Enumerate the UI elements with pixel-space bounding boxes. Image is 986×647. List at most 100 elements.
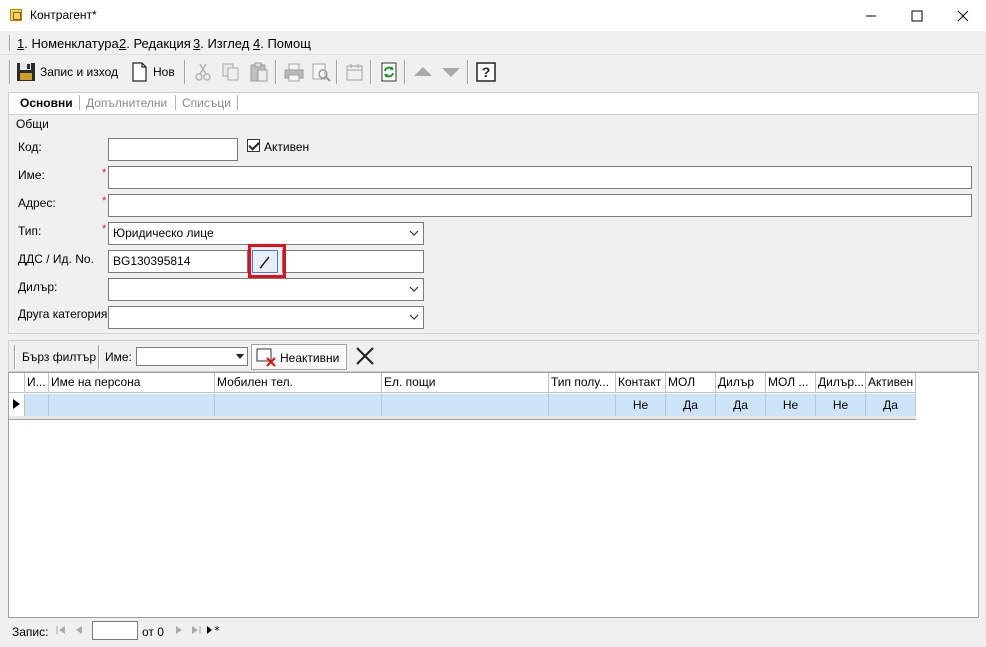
menu-help[interactable]: 4. Помощ [253, 36, 311, 51]
table-cell[interactable] [49, 394, 215, 416]
code-label: Код: [18, 140, 42, 154]
record-label: Запис: [12, 625, 49, 639]
menu-edit[interactable]: 2. Редакция [119, 36, 191, 51]
copy-button[interactable] [218, 59, 244, 85]
required-marker: * [102, 195, 107, 207]
filter-grip [14, 345, 16, 369]
column-header[interactable]: Контакт [616, 373, 666, 393]
menu-view[interactable]: 3. Изглед [193, 36, 249, 51]
toolbar-grip [9, 60, 11, 84]
save-exit-label: Запис и изход [40, 65, 118, 79]
record-number-input[interactable] [92, 621, 138, 640]
move-up-button[interactable] [410, 59, 436, 85]
column-header[interactable]: Дилър... [816, 373, 866, 393]
tab-additional[interactable]: Допълнителни [86, 96, 167, 110]
column-header[interactable]: Ел. пощи [382, 373, 549, 393]
move-down-button[interactable] [438, 59, 464, 85]
cut-button[interactable] [190, 59, 216, 85]
toolbar-separator [370, 60, 372, 84]
printer-icon [284, 63, 304, 82]
filter-separator [98, 345, 100, 369]
previous-record-button[interactable] [72, 624, 86, 638]
address-input[interactable] [108, 194, 972, 217]
name-input[interactable] [108, 166, 972, 189]
column-header[interactable]: Активен [866, 373, 916, 393]
paste-button[interactable] [246, 59, 272, 85]
column-header[interactable]: Тип полу... [549, 373, 616, 393]
column-header[interactable]: Име на персона [49, 373, 215, 393]
menu-nomenclature[interactable]: 1. Номенклатура [17, 36, 119, 51]
help-icon: ? [476, 62, 496, 82]
tab-main[interactable]: Основни [20, 96, 73, 110]
close-icon [356, 347, 374, 365]
filter-name-select[interactable] [136, 347, 248, 366]
column-header[interactable]: И... [25, 373, 49, 393]
vat-input[interactable]: BG130395814 [108, 250, 248, 273]
dealer-label: Дилър: [18, 280, 58, 294]
table-cell[interactable] [382, 394, 549, 416]
table-cell[interactable]: Да [716, 394, 766, 416]
inactive-filter-label: Неактивни [280, 351, 340, 365]
next-record-button[interactable] [172, 624, 186, 638]
code-input[interactable] [108, 138, 238, 161]
category-label: Друга категория [18, 307, 108, 321]
new-record-icon: * [207, 624, 220, 637]
next-record-icon [176, 626, 182, 634]
type-select[interactable]: Юридическо лице [108, 222, 424, 245]
record-count: от 0 [142, 625, 164, 639]
inactive-filter-icon [256, 348, 276, 367]
chevron-down-icon [409, 314, 419, 320]
table-cell[interactable]: Не [766, 394, 816, 416]
print-preview-button[interactable] [308, 59, 334, 85]
maximize-button[interactable] [894, 0, 940, 31]
clear-filter-button[interactable] [354, 345, 378, 369]
column-header[interactable]: МОЛ ... [766, 373, 816, 393]
minimize-button[interactable] [848, 0, 894, 31]
table-cell[interactable] [25, 394, 49, 416]
tab-lists[interactable]: Списъци [182, 96, 231, 110]
last-record-button[interactable] [189, 624, 203, 638]
menu-grip [9, 35, 11, 51]
first-record-button[interactable] [54, 624, 68, 638]
inactive-filter-button[interactable]: Неактивни [251, 344, 347, 370]
new-button[interactable]: Нов [126, 59, 178, 85]
row-indicator[interactable] [9, 394, 25, 416]
print-preview-icon [312, 63, 331, 82]
table-cell[interactable]: Не [816, 394, 866, 416]
column-header[interactable]: Мобилен тел. [215, 373, 382, 393]
tab-separator [79, 95, 80, 110]
save-exit-button[interactable]: Запис и изход [13, 59, 121, 85]
table-cell[interactable]: Не [616, 394, 666, 416]
help-button[interactable]: ? [473, 59, 499, 85]
table-cell[interactable]: Да [666, 394, 716, 416]
address-label: Адрес: [18, 196, 56, 210]
table-cell[interactable] [215, 394, 382, 416]
tab-separator [237, 95, 238, 110]
first-record-icon [56, 626, 65, 634]
maximize-icon [911, 10, 923, 22]
refresh-button[interactable] [376, 59, 402, 85]
active-label: Активен [264, 140, 310, 154]
chevron-down-icon [409, 230, 419, 236]
new-record-button[interactable]: * [206, 624, 220, 638]
name-label: Име: [18, 168, 45, 182]
dropdown-icon [236, 354, 244, 359]
table-cell[interactable] [549, 394, 616, 416]
menu-label: . Редакция [126, 36, 191, 51]
row-header-corner [9, 373, 25, 393]
svg-text:?: ? [482, 64, 491, 80]
column-header[interactable]: Дилър [716, 373, 766, 393]
active-checkbox[interactable] [247, 139, 260, 152]
vat-second-input[interactable] [282, 250, 424, 273]
column-header[interactable]: МОЛ [666, 373, 716, 393]
category-select[interactable] [108, 306, 424, 329]
settings-button[interactable] [342, 59, 368, 85]
print-button[interactable] [281, 59, 307, 85]
close-icon [957, 10, 969, 22]
toolbar-separator [336, 60, 338, 84]
table-cell[interactable]: Да [866, 394, 916, 416]
grid-horizontal-scrollbar[interactable] [9, 416, 916, 420]
dealer-select[interactable] [108, 278, 424, 301]
vat-label: ДДС / Ид. No. [18, 252, 94, 266]
close-button[interactable] [940, 0, 986, 31]
